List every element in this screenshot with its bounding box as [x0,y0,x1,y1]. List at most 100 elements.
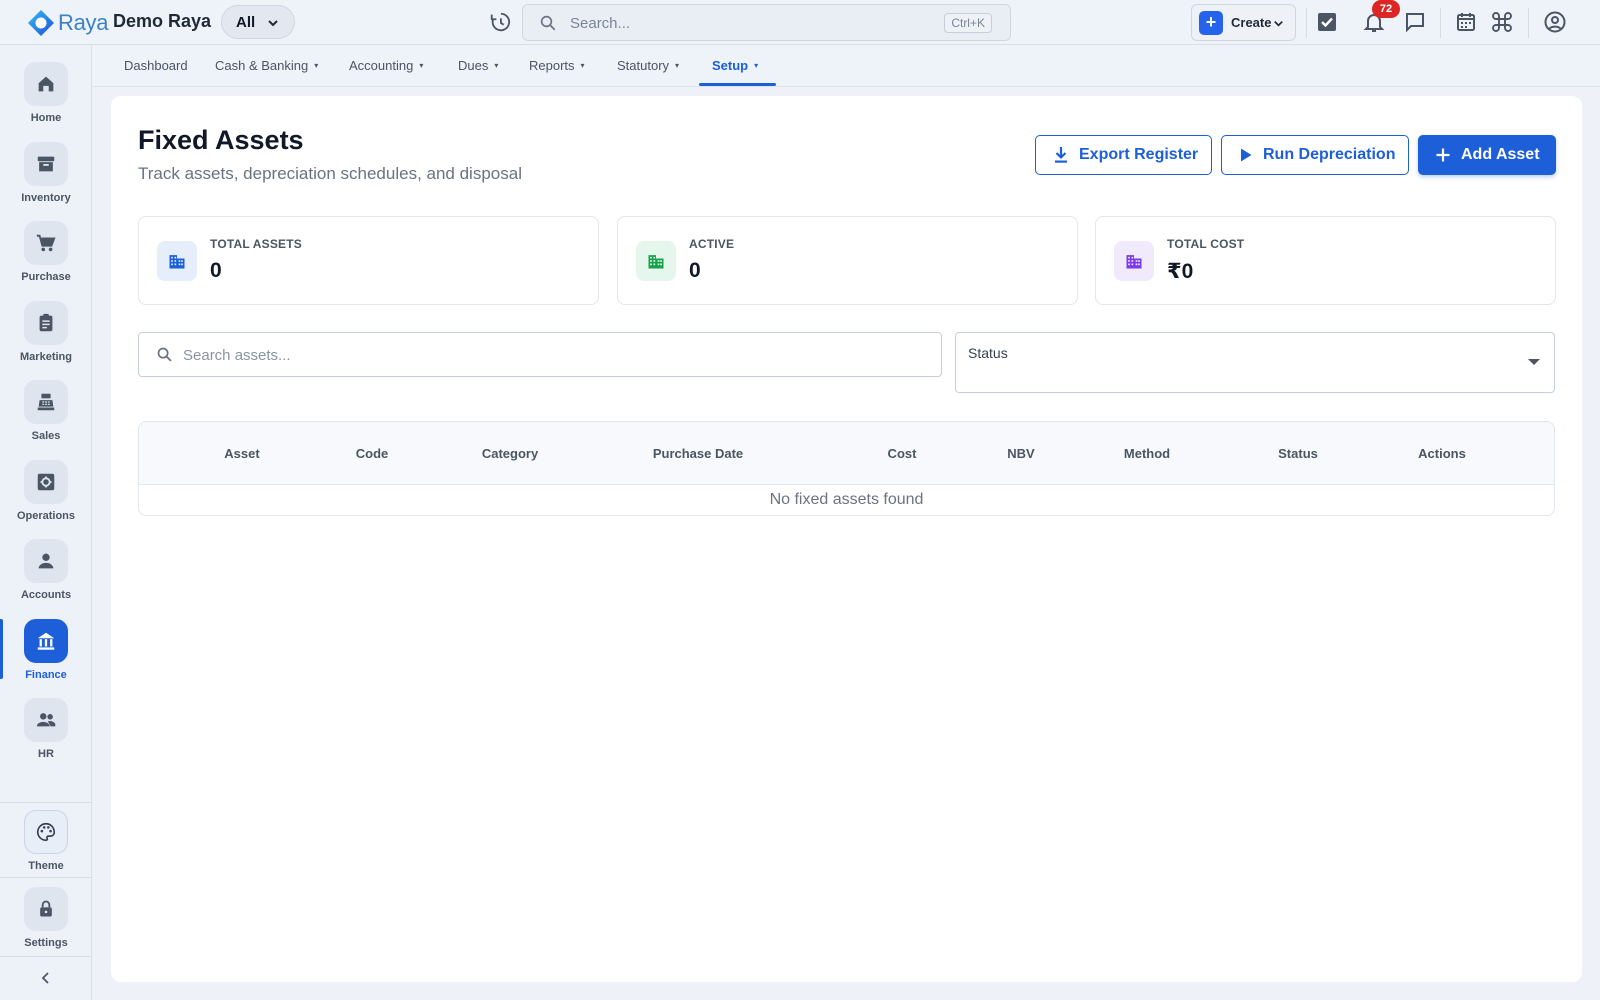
create-button-label: Create [1231,15,1272,30]
column-header-nbv[interactable]: NBV [1007,446,1034,461]
global-search[interactable]: Search... Ctrl+K [522,4,1011,41]
divider [0,802,92,803]
caret-down-icon: ▾ [419,61,424,70]
task-check-icon[interactable] [1315,10,1339,34]
sidebar-item-sales[interactable]: Sales [0,380,92,442]
sidebar-item-button [24,698,68,742]
sidebar-item-accounts[interactable]: Accounts [0,539,92,601]
dropdown-arrow-icon [1528,359,1540,365]
column-header-status[interactable]: Status [1278,446,1318,461]
subnav-item-label: Dashboard [124,58,188,73]
caret-down-icon: ▾ [754,61,759,70]
sidebar-item-operations[interactable]: Operations [0,460,92,522]
subnav-item-dues[interactable]: Dues ▾ [458,58,498,73]
history-icon[interactable] [489,11,511,33]
clipboard-icon [39,313,53,332]
fixed-assets-panel: Fixed Assets Track assets, depreciation … [111,96,1582,982]
add-asset-label: Add Asset [1461,146,1540,163]
sidebar-item-label: Operations [16,510,76,522]
export-register-button[interactable]: Export Register [1035,135,1212,175]
person-icon [38,553,54,569]
archive-icon [37,156,55,172]
add-asset-button[interactable]: Add Asset [1418,135,1556,175]
calendar-icon[interactable] [1454,10,1478,34]
subnav-item-reports[interactable]: Reports ▾ [529,58,585,73]
shortcut-hint: Ctrl+K [944,13,992,33]
subnav-item-cash-banking[interactable]: Cash & Banking ▾ [215,58,318,73]
chat-icon[interactable] [1403,10,1427,34]
sidebar-item-button [24,380,68,424]
column-header-purchase-date[interactable]: Purchase Date [653,446,743,461]
sidebar-item-label: HR [38,748,54,760]
column-header-method[interactable]: Method [1124,446,1170,461]
export-register-label: Export Register [1079,146,1199,163]
building-icon [1114,241,1154,281]
lock-icon [40,900,52,917]
command-icon[interactable] [1490,10,1514,34]
notification-badge: 72 [1372,0,1400,18]
status-filter-label: Status [968,345,1008,361]
people-icon [36,713,56,727]
sidebar-item-marketing[interactable]: Marketing [0,301,92,363]
subnav-item-accounting[interactable]: Accounting ▾ [349,58,423,73]
column-header-code[interactable]: Code [356,446,389,461]
collapse-sidebar-icon[interactable] [38,970,54,986]
fixed-assets-table: Asset Code Category Purchase Date Cost N… [138,421,1555,516]
cash-register-icon [37,393,55,411]
status-filter-select[interactable]: Status [955,332,1555,393]
logo-text: Raya [58,10,109,35]
page-title: Fixed Assets [138,125,304,155]
module-subnav: Dashboard Cash & Banking ▾ Accounting ▾ Du… [92,45,1600,87]
empty-state-message: No fixed assets found [769,491,924,508]
column-header-cost[interactable]: Cost [888,446,917,461]
top-bar: Raya Demo Raya All Search... Ctrl+K + Cr… [0,0,1600,45]
sidebar-item-button [24,887,68,931]
sidebar-item-settings[interactable]: Settings [0,887,92,949]
sidebar-item-home[interactable]: Home [0,62,92,124]
sidebar-item-hr[interactable]: HR [0,698,92,760]
account-circle-icon[interactable] [1543,10,1567,34]
sidebar-item-button [24,142,68,186]
app-logo[interactable]: Raya [26,8,108,38]
page-subtitle: Track assets, depreciation schedules, an… [138,164,522,183]
sidebar-item-button [24,221,68,265]
sidebar-item-button [24,539,68,583]
scope-selector[interactable]: All [221,5,295,39]
sidebar-item-button [24,301,68,345]
bank-icon [37,632,55,650]
subnav-item-setup[interactable]: Setup ▾ [712,58,758,73]
sidebar-item-button [24,810,68,854]
cart-icon [36,234,56,252]
stat-label: TOTAL ASSETS [210,237,302,251]
sidebar-item-button [24,62,68,106]
column-header-category[interactable]: Category [482,446,538,461]
subnav-item-statutory[interactable]: Statutory ▾ [617,58,679,73]
subnav-item-label: Statutory [617,58,670,73]
asset-search-placeholder: Search assets... [183,347,291,364]
chevron-down-icon [1274,21,1283,27]
run-depreciation-button[interactable]: Run Depreciation [1221,135,1409,175]
divider [1440,8,1441,38]
sidebar: Home Inventory Purchase Marketing Sales … [0,45,92,1000]
column-header-asset[interactable]: Asset [224,446,259,461]
subnav-item-label: Cash & Banking [215,58,309,73]
create-button[interactable]: + Create [1191,4,1296,41]
sidebar-item-inventory[interactable]: Inventory [0,142,92,204]
subnav-item-label: Reports [529,58,575,73]
stat-card-total-cost: TOTAL COST ₹0 [1095,216,1556,305]
stat-value: 0 [210,259,222,282]
subnav-item-label: Setup [712,58,749,73]
sidebar-item-label: Sales [31,430,61,442]
sidebar-item-label: Theme [28,860,64,872]
asset-search-input[interactable]: Search assets... [138,332,942,377]
search-icon [540,15,556,31]
sidebar-item-finance[interactable]: Finance [0,619,92,681]
stat-label: ACTIVE [689,237,735,251]
subnav-item-label: Dues [458,58,489,73]
sidebar-item-purchase[interactable]: Purchase [0,221,92,283]
stat-card-total-assets: TOTAL ASSETS 0 [138,216,599,305]
subnav-item-dashboard[interactable]: Dashboard [124,58,188,73]
sidebar-item-theme[interactable]: Theme [0,810,92,872]
sidebar-item-label: Accounts [20,589,72,601]
plus-icon: + [1199,10,1223,35]
